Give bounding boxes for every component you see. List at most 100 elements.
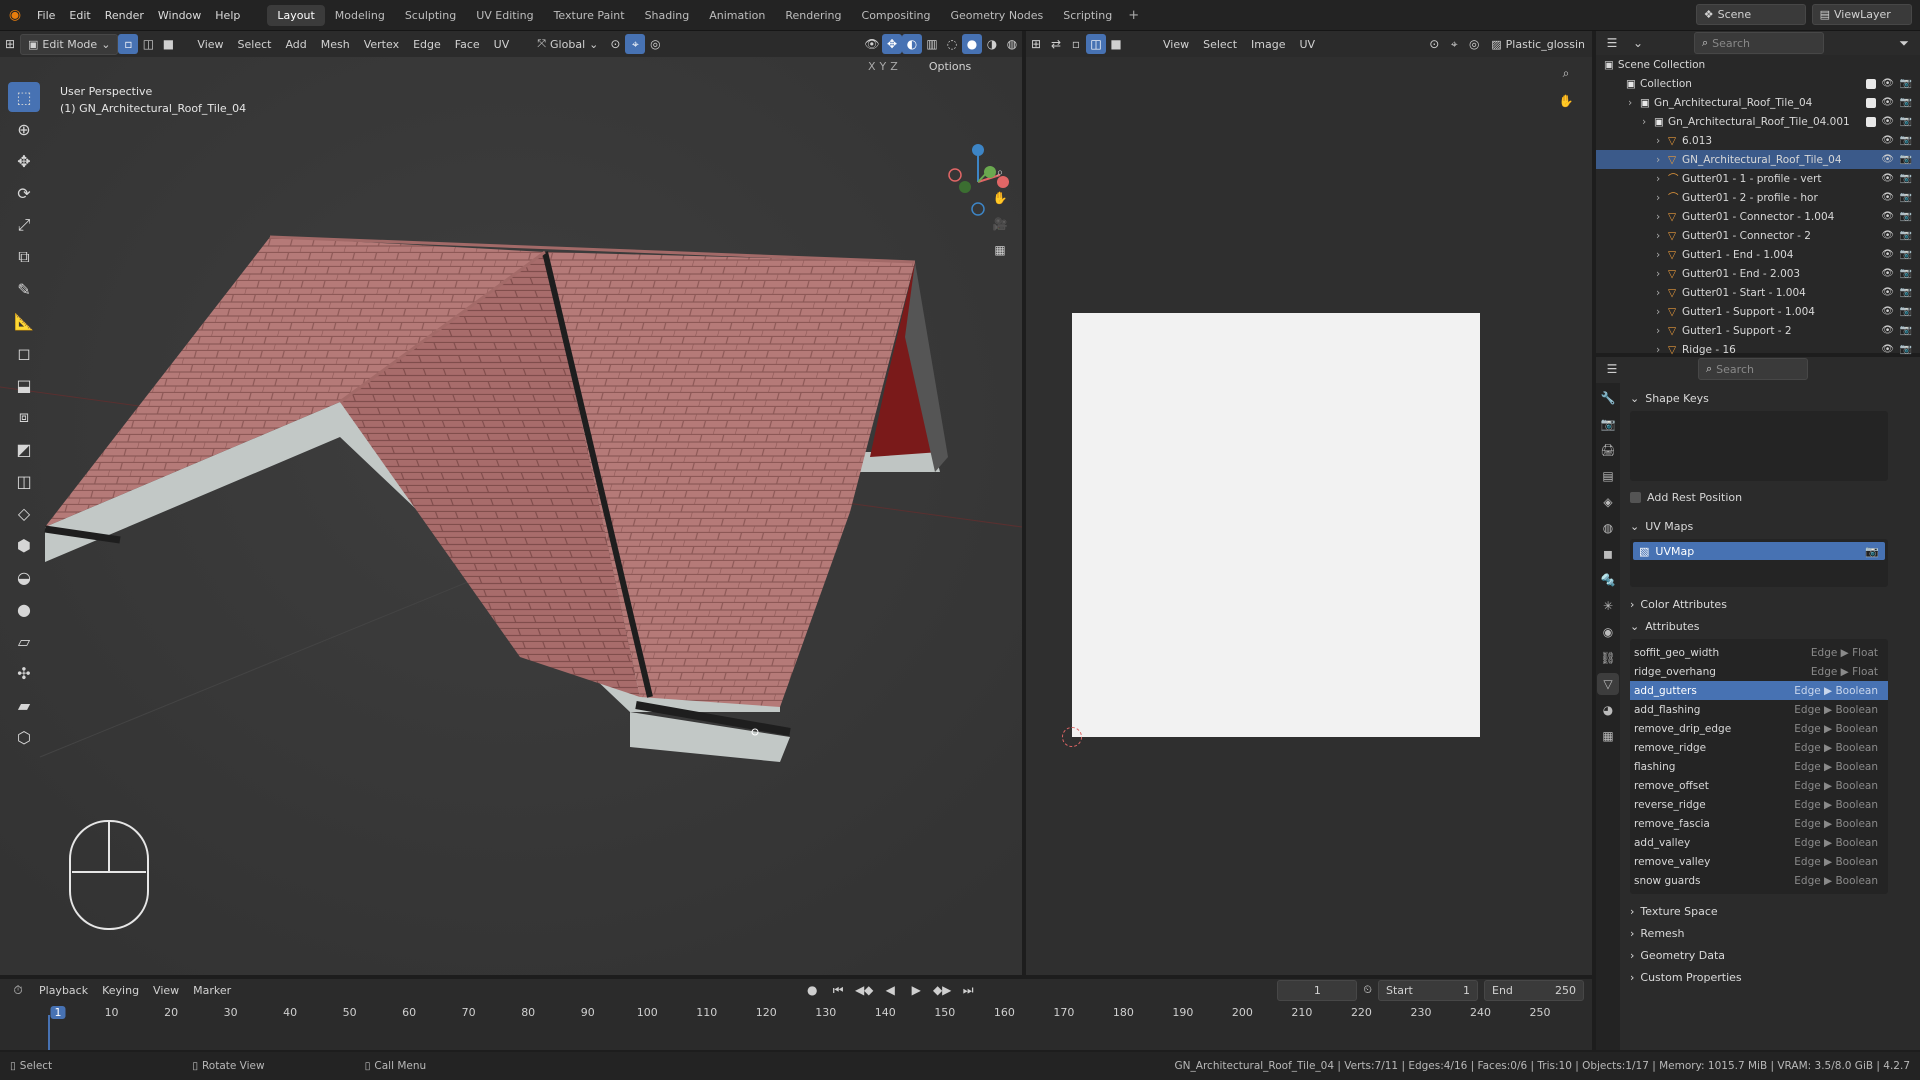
include-checkbox-icon[interactable] bbox=[1866, 78, 1876, 89]
eye-icon[interactable]: 👁 bbox=[1881, 230, 1894, 241]
scale-icon[interactable]: ⤢ bbox=[8, 210, 40, 240]
outliner-row[interactable]: › ▽ Gutter1 - Support - 2 👁 📷 bbox=[1596, 321, 1920, 340]
attribute-row[interactable]: add_gutters Edge ▶ Boolean bbox=[1630, 681, 1888, 700]
axis-y[interactable]: Y bbox=[880, 60, 887, 73]
eye-icon[interactable]: 👁 bbox=[1881, 344, 1894, 355]
extrude-icon[interactable]: ⬓ bbox=[8, 370, 40, 400]
smooth-icon[interactable]: ● bbox=[8, 594, 40, 624]
outliner-row[interactable]: › ▽ Gutter1 - End - 1.004 👁 📷 bbox=[1596, 245, 1920, 264]
tool-tab-icon[interactable]: 🔧 bbox=[1597, 387, 1619, 409]
poly-build-icon[interactable]: ⬢ bbox=[8, 530, 40, 560]
properties-search[interactable]: ⌕ Search bbox=[1698, 358, 1808, 380]
shape-keys-section[interactable]: ⌄ Shape Keys bbox=[1630, 387, 1912, 409]
uv-face-icon[interactable]: ■ bbox=[1106, 34, 1126, 54]
render-camera-icon[interactable]: 📷 bbox=[1900, 78, 1912, 89]
eye-icon[interactable]: 👁 bbox=[1881, 249, 1894, 260]
attribute-row[interactable]: ridge_overhang Edge ▶ Float bbox=[1630, 662, 1888, 681]
outliner-row[interactable]: › ▽ Gutter01 - End - 2.003 👁 📷 bbox=[1596, 264, 1920, 283]
eye-icon[interactable]: 👁 bbox=[1881, 78, 1894, 89]
bevel-icon[interactable]: ◩ bbox=[8, 434, 40, 464]
shape-keys-list[interactable] bbox=[1630, 411, 1888, 481]
xray-icon[interactable]: ▥ bbox=[922, 34, 942, 54]
viewport-menu-face[interactable]: Face bbox=[448, 35, 487, 54]
vertex-select-icon[interactable]: ▫ bbox=[118, 34, 139, 54]
uv-editor[interactable]: ⌕ ✋ bbox=[1026, 57, 1592, 975]
disclosure-icon[interactable]: › bbox=[1656, 211, 1668, 223]
geometry-data-section[interactable]: › Geometry Data bbox=[1630, 944, 1912, 966]
uv-menu-view[interactable]: View bbox=[1156, 35, 1196, 54]
proportional-edit-icon[interactable]: ◎ bbox=[1464, 34, 1484, 54]
physics-tab-icon[interactable]: ◉ bbox=[1597, 621, 1619, 643]
world-tab-icon[interactable]: ◍ bbox=[1597, 517, 1619, 539]
attributes-section[interactable]: ⌄ Attributes bbox=[1630, 615, 1912, 637]
eye-icon[interactable]: 👁 bbox=[1881, 306, 1894, 317]
attribute-row[interactable]: remove_offset Edge ▶ Boolean bbox=[1630, 776, 1888, 795]
tab-sculpting[interactable]: Sculpting bbox=[395, 5, 466, 26]
eye-icon[interactable]: 👁 bbox=[1881, 154, 1894, 165]
edge-select-icon[interactable]: ◫ bbox=[138, 34, 158, 54]
viewport-menu-mesh[interactable]: Mesh bbox=[314, 35, 357, 54]
attribute-row[interactable]: remove_ridge Edge ▶ Boolean bbox=[1630, 738, 1888, 757]
disclosure-icon[interactable]: › bbox=[1656, 325, 1668, 337]
disclosure-icon[interactable]: › bbox=[1656, 306, 1668, 318]
transform-icon[interactable]: ⧉ bbox=[8, 242, 40, 272]
overlay-icon[interactable]: ◐ bbox=[902, 34, 922, 54]
tab-scripting[interactable]: Scripting bbox=[1053, 5, 1122, 26]
pan-hand-icon[interactable]: ✋ bbox=[990, 188, 1010, 208]
filter-icon[interactable]: ⏷ bbox=[1894, 33, 1914, 53]
render-camera-icon[interactable]: 📷 bbox=[1900, 116, 1912, 127]
shear-icon[interactable]: ▰ bbox=[8, 690, 40, 720]
viewport-menu-uv[interactable]: UV bbox=[487, 35, 517, 54]
object-tab-icon[interactable]: ◼ bbox=[1597, 543, 1619, 565]
viewport-menu-add[interactable]: Add bbox=[278, 35, 313, 54]
zoom-icon[interactable]: ⌕ bbox=[990, 162, 1010, 182]
tab-layout[interactable]: Layout bbox=[267, 4, 325, 26]
disclosure-icon[interactable]: › bbox=[1656, 268, 1668, 280]
playhead[interactable] bbox=[48, 1015, 50, 1050]
outliner-row[interactable]: › ▽ Gutter01 - Connector - 2 👁 📷 bbox=[1596, 226, 1920, 245]
outliner-row[interactable]: › ▽ GN_Architectural_Roof_Tile_04 👁 📷 bbox=[1596, 150, 1920, 169]
grid-ortho-icon[interactable]: ▦ bbox=[990, 240, 1010, 260]
uv-menu-image[interactable]: Image bbox=[1244, 35, 1292, 54]
solid-shading-icon[interactable]: ● bbox=[962, 34, 982, 54]
tab-geometry-nodes[interactable]: Geometry Nodes bbox=[940, 5, 1053, 26]
outliner-row[interactable]: › ▣ Gn_Architectural_Roof_Tile_04.001 👁 📷 bbox=[1596, 112, 1920, 131]
color-attributes-section[interactable]: › Color Attributes bbox=[1630, 593, 1912, 615]
scene-selector[interactable]: ❖ Scene bbox=[1695, 4, 1806, 25]
include-checkbox-icon[interactable] bbox=[1866, 116, 1876, 127]
texture-space-section[interactable]: › Texture Space bbox=[1630, 900, 1912, 922]
outliner-row[interactable]: › ⌒ Gutter01 - 2 - profile - hor 👁 📷 bbox=[1596, 188, 1920, 207]
attribute-row[interactable]: add_valley Edge ▶ Boolean bbox=[1630, 833, 1888, 852]
eye-icon[interactable]: 👁 bbox=[1881, 192, 1894, 203]
attribute-row[interactable]: remove_valley Edge ▶ Boolean bbox=[1630, 852, 1888, 871]
menu-window[interactable]: Window bbox=[151, 9, 208, 22]
select-box-icon[interactable]: ⬚ bbox=[8, 82, 40, 112]
eye-icon[interactable]: 👁 bbox=[1881, 287, 1894, 298]
uv-cursor-icon[interactable] bbox=[1062, 727, 1082, 747]
editor-type-icon[interactable]: ☰ bbox=[1602, 33, 1622, 53]
render-camera-icon[interactable]: 📷 bbox=[1900, 230, 1912, 241]
disclosure-icon[interactable]: › bbox=[1656, 249, 1668, 261]
render-camera-icon[interactable]: 📷 bbox=[1900, 344, 1912, 355]
render-tab-icon[interactable]: 📷 bbox=[1597, 413, 1619, 435]
tab-rendering[interactable]: Rendering bbox=[775, 5, 851, 26]
measure-icon[interactable]: 📐 bbox=[8, 306, 40, 336]
attribute-row[interactable]: add_flashing Edge ▶ Boolean bbox=[1630, 700, 1888, 719]
menu-file[interactable]: File bbox=[30, 9, 62, 22]
outliner-row[interactable]: › ⌒ Gutter01 - 1 - profile - vert 👁 📷 bbox=[1596, 169, 1920, 188]
editor-type-icon[interactable]: ☰ bbox=[1602, 359, 1622, 379]
add-cube-icon[interactable]: ◻ bbox=[8, 338, 40, 368]
eye-icon[interactable]: 👁 bbox=[1881, 135, 1894, 146]
eye-icon[interactable]: 👁 bbox=[1881, 97, 1894, 108]
render-camera-icon[interactable]: 📷 bbox=[1900, 268, 1912, 279]
menu-render[interactable]: Render bbox=[98, 9, 151, 22]
remesh-section[interactable]: › Remesh bbox=[1630, 922, 1912, 944]
attribute-row[interactable]: remove_drip_edge Edge ▶ Boolean bbox=[1630, 719, 1888, 738]
outliner-row[interactable]: › ▽ Gutter01 - Connector - 1.004 👁 📷 bbox=[1596, 207, 1920, 226]
disclosure-icon[interactable]: › bbox=[1642, 116, 1654, 128]
outliner-row[interactable]: › ▽ 6.013 👁 📷 bbox=[1596, 131, 1920, 150]
tab-modeling[interactable]: Modeling bbox=[325, 5, 395, 26]
camera-icon[interactable]: 🎥 bbox=[990, 214, 1010, 234]
zoom-icon[interactable]: ⌕ bbox=[1556, 63, 1576, 83]
pivot-icon[interactable]: ⊙ bbox=[605, 34, 625, 54]
